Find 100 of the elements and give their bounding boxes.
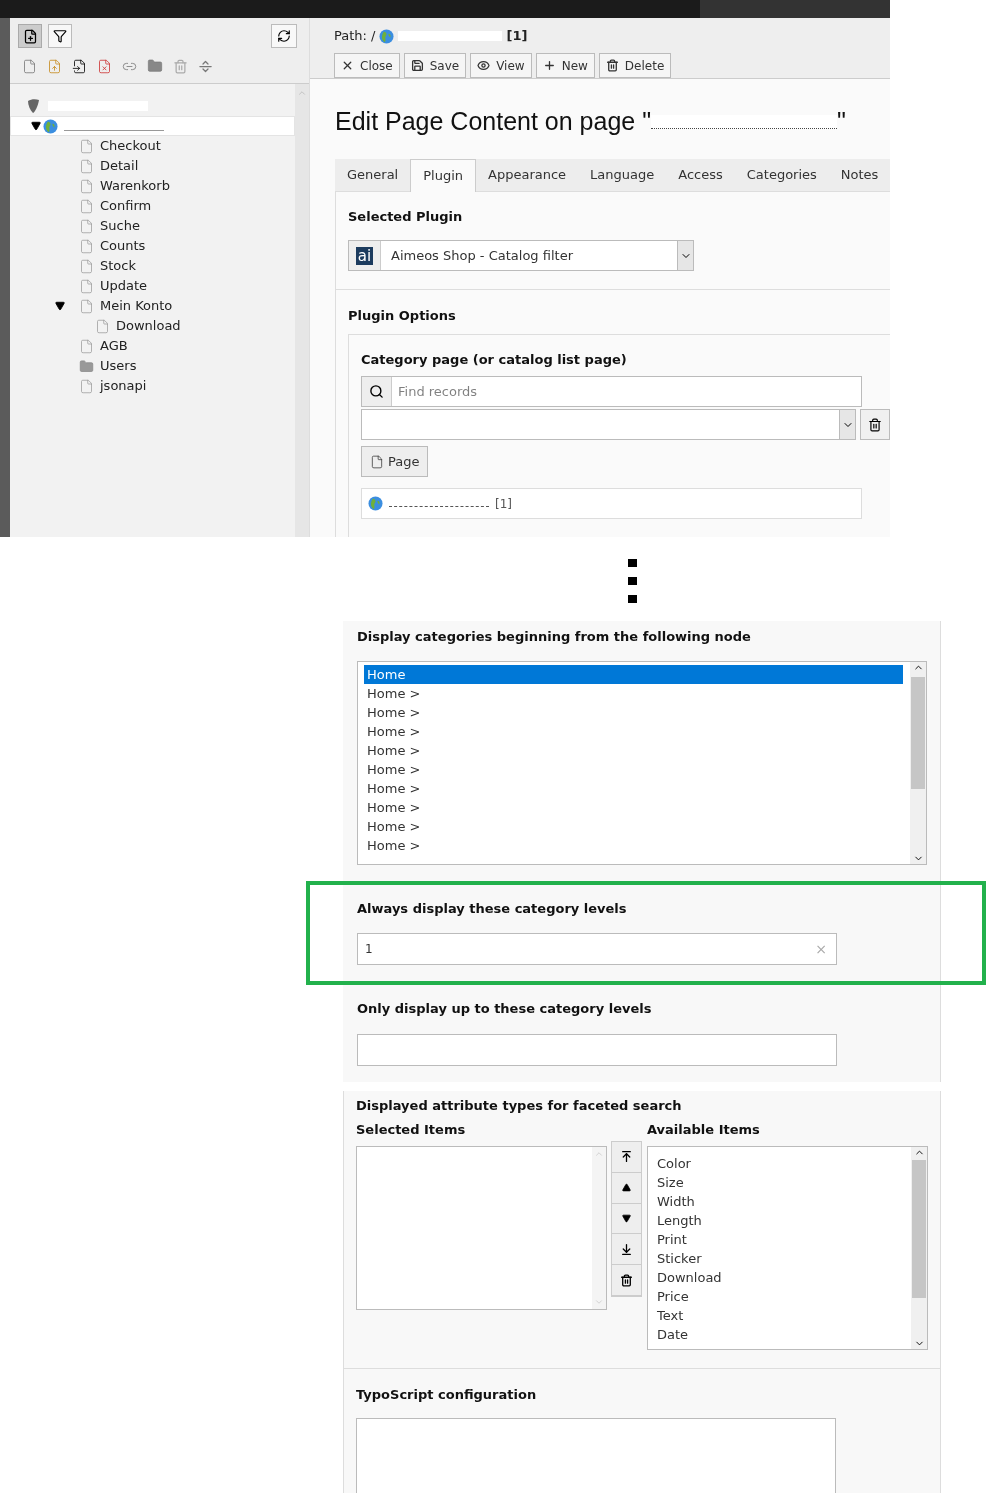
folder-icon[interactable] bbox=[147, 58, 163, 74]
tab[interactable]: Categories bbox=[734, 158, 829, 191]
triangle-up-icon bbox=[622, 1183, 631, 1193]
cms-logo-icon bbox=[26, 98, 42, 114]
tab[interactable]: Access bbox=[666, 158, 735, 191]
filter-icon bbox=[53, 29, 67, 43]
path-label: Path: / bbox=[334, 27, 376, 46]
tree-item[interactable]: Stock bbox=[100, 256, 136, 276]
delete-icon bbox=[605, 59, 619, 72]
toolbar-button[interactable]: View bbox=[470, 53, 532, 78]
levels-input[interactable] bbox=[357, 1033, 837, 1066]
tree-item[interactable]: Checkout bbox=[100, 136, 161, 156]
arrow-to-top-icon bbox=[620, 1150, 633, 1164]
close-icon bbox=[341, 59, 354, 72]
new-page-button[interactable] bbox=[18, 24, 42, 48]
scrollbar[interactable] bbox=[911, 1146, 927, 1349]
list-option[interactable]: Sticker bbox=[657, 1248, 911, 1268]
list-option[interactable]: Home > bbox=[364, 721, 903, 741]
list-option[interactable]: Home > bbox=[364, 797, 903, 817]
toolbar-button[interactable]: Close bbox=[334, 53, 400, 78]
levels-input[interactable]: 1 × bbox=[357, 933, 837, 965]
category-listbox[interactable]: Home Home > Home > Home > Home > Home > Home > Home > Home > Home > bbox=[357, 660, 927, 865]
list-option[interactable]: Download bbox=[657, 1267, 911, 1287]
field-label: Selected Plugin bbox=[348, 207, 464, 226]
tree-item[interactable]: Warenkorb bbox=[100, 176, 170, 196]
field-label: Category page (or catalog list page) bbox=[361, 350, 628, 369]
page-icon bbox=[370, 454, 384, 469]
list-option[interactable]: Home > bbox=[364, 759, 903, 779]
list-option[interactable]: Width bbox=[657, 1191, 911, 1211]
filter-button[interactable] bbox=[48, 24, 72, 48]
globe-icon bbox=[368, 496, 383, 511]
tree-item[interactable]: Download bbox=[116, 316, 181, 336]
globe-icon bbox=[379, 28, 395, 44]
field-label: Selected Items bbox=[356, 1121, 467, 1139]
tree-item[interactable]: Users bbox=[100, 356, 137, 376]
list-option[interactable]: Home > bbox=[364, 816, 903, 836]
field-label: Only display up to these category levels bbox=[357, 1000, 653, 1018]
page-icon bbox=[78, 198, 94, 214]
tree-item[interactable]: Counts bbox=[100, 236, 146, 256]
toolbar-button[interactable]: New bbox=[535, 53, 595, 78]
tree-item[interactable]: AGB bbox=[100, 336, 128, 356]
list-option[interactable]: Home > bbox=[364, 835, 903, 855]
scrollbar[interactable] bbox=[910, 661, 926, 864]
search-icon bbox=[369, 384, 384, 399]
tab[interactable]: Plugin bbox=[410, 158, 477, 192]
page-icon bbox=[78, 178, 94, 194]
list-option[interactable]: Price bbox=[657, 1286, 911, 1306]
separator-icon[interactable] bbox=[198, 58, 213, 74]
scrollbar[interactable] bbox=[295, 84, 309, 537]
tree-item[interactable]: Mein Konto bbox=[100, 296, 173, 316]
list-option[interactable]: Print bbox=[657, 1229, 911, 1249]
list-option[interactable]: Home > bbox=[364, 740, 903, 760]
refresh-icon bbox=[277, 29, 291, 43]
tab[interactable]: Notes bbox=[828, 158, 890, 191]
new-icon bbox=[542, 59, 556, 72]
field-label: Display categories beginning from the following node bbox=[357, 628, 752, 646]
list-option[interactable]: Home > bbox=[364, 778, 903, 798]
list-option[interactable]: Color bbox=[657, 1153, 911, 1173]
toolbar-button[interactable]: Save bbox=[403, 53, 467, 78]
list-option[interactable]: Home > bbox=[364, 683, 903, 703]
tree-item[interactable]: Confirm bbox=[100, 196, 152, 216]
page-icon bbox=[78, 158, 94, 174]
list-option[interactable]: Home > bbox=[364, 702, 903, 722]
page-icon bbox=[78, 378, 94, 394]
tree-item[interactable]: jsonapi bbox=[100, 376, 147, 396]
tree-item[interactable]: Detail bbox=[100, 156, 139, 176]
trash-icon[interactable] bbox=[173, 58, 188, 74]
list-option[interactable]: Size bbox=[657, 1172, 911, 1192]
page-icon bbox=[78, 138, 94, 154]
expand-toggle-icon[interactable] bbox=[55, 301, 65, 311]
record-id: [1] bbox=[495, 495, 512, 513]
list-option[interactable]: Home bbox=[364, 664, 903, 684]
page-icon bbox=[78, 238, 94, 254]
page-icon bbox=[78, 338, 94, 354]
field-label: Available Items bbox=[647, 1121, 761, 1139]
available-items-listbox[interactable]: Color Size Width Length Print Sticker Download Price Text Date bbox=[647, 1145, 928, 1350]
tab[interactable]: Language bbox=[578, 158, 667, 191]
toolbar-button[interactable]: Delete bbox=[598, 53, 672, 78]
page-icon[interactable] bbox=[72, 58, 87, 74]
tree-item[interactable]: Update bbox=[100, 276, 148, 296]
trash-icon bbox=[620, 1273, 633, 1287]
list-option[interactable]: Date bbox=[657, 1324, 911, 1344]
page-heading: Edit Page Content on page " " bbox=[335, 106, 847, 137]
list-option[interactable]: Text bbox=[657, 1305, 911, 1325]
page-icon bbox=[78, 278, 94, 294]
vertical-ellipsis-icon bbox=[627, 559, 637, 603]
field-label: Always display these category levels bbox=[357, 899, 628, 918]
delete-button[interactable] bbox=[860, 409, 890, 440]
list-option[interactable]: Length bbox=[657, 1210, 911, 1230]
plugin-select[interactable]: ai Aimeos Shop - Catalog filter bbox=[348, 240, 694, 271]
tab[interactable]: General bbox=[335, 158, 411, 191]
refresh-button[interactable] bbox=[271, 24, 297, 48]
tab[interactable]: Appearance bbox=[476, 158, 579, 191]
trash-icon bbox=[868, 417, 883, 432]
page-button[interactable]: Page bbox=[361, 446, 429, 477]
plugin-logo: ai bbox=[355, 246, 374, 265]
expand-toggle-icon[interactable] bbox=[31, 121, 41, 131]
globe-icon bbox=[43, 118, 58, 134]
arrow-to-bottom-icon bbox=[620, 1242, 633, 1256]
tree-item[interactable]: Suche bbox=[100, 216, 140, 236]
